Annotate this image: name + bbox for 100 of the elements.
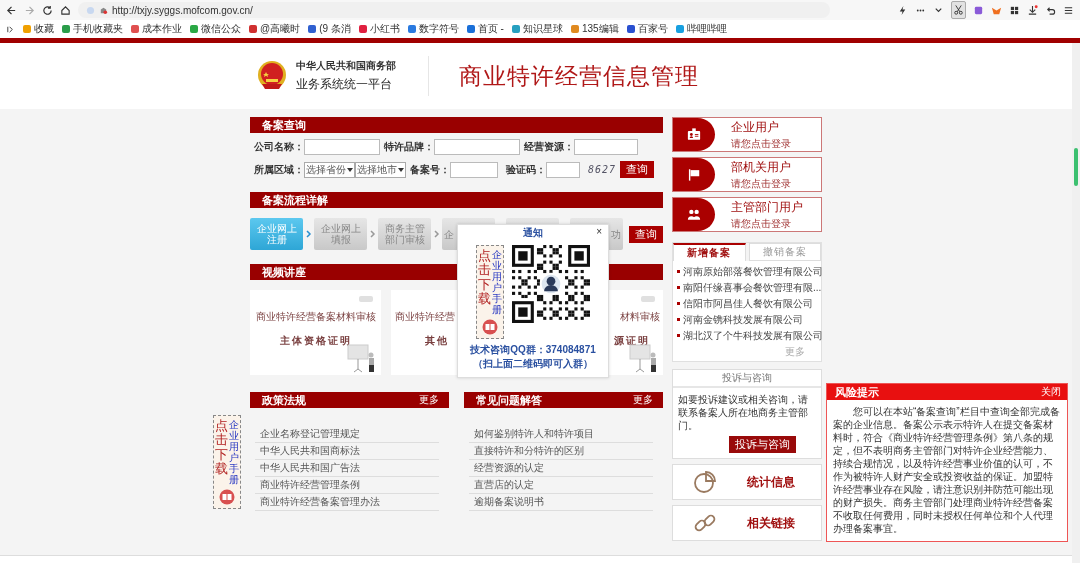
input-field[interactable]	[450, 161, 498, 178]
risk-text: 您可以在本站“备案查询”栏目中查询全部完成备案的企业信息。备案公示表示特许人在提交备案材料时，符合《商业特许经营管理条例》第八条的规定，但不表明商务主管部门对特许企业经营能力、持续合规情况，以及特许经营事业价值的认可，不作为被特许人财产安全或投资收益的保证。加盟特许经营事业存在风险，请注意识别并防范可能出现的财产损失。商务主管部门处理商业特许经营备案不收取任何费用，同时未授权任何单位和个人代理办理备案事宜。	[832, 405, 1061, 536]
caret-icon	[398, 167, 404, 172]
record-link[interactable]: 河南金镌科技发展有限公司	[676, 312, 819, 328]
login-hint: 请您点击登录	[731, 136, 791, 151]
address-bar[interactable]: http://txjy.syggs.mofcom.gov.cn/	[78, 2, 830, 18]
bookmark[interactable]: 哔哩哔哩	[675, 22, 727, 36]
more-link[interactable]: 更多	[419, 393, 439, 407]
scrollbar[interactable]	[1072, 43, 1080, 563]
site-icon	[99, 5, 108, 15]
book-icon	[482, 319, 498, 335]
list-link[interactable]: 企业名称登记管理规定	[255, 426, 439, 443]
logo-icon	[359, 296, 373, 302]
field-label: 所属区域：	[254, 162, 304, 177]
section-title: 常见问题解答	[476, 392, 542, 408]
complaint-text: 如要投诉建议或相关咨询，请联系备案人所在地商务主管部门。	[677, 393, 809, 432]
select-field[interactable]: 选择地市	[355, 161, 406, 178]
complaint-button[interactable]: 投诉与咨询	[728, 436, 796, 453]
list-link[interactable]: 商业特许经营管理条例	[255, 477, 439, 494]
login-card[interactable]: 主管部门用户 请您点击登录	[672, 197, 822, 232]
field-label: 公司名称：	[254, 140, 304, 154]
list-link[interactable]: 中华人民共和国广告法	[255, 460, 439, 477]
record-link[interactable]: 南阳仟缘喜事会餐饮管理有限...	[676, 280, 819, 296]
section-title: 备案流程详解	[262, 192, 328, 208]
platform-name: 业务系统统一平台	[296, 76, 393, 93]
bookmark[interactable]: 首页 -	[466, 22, 504, 36]
bookmark[interactable]: @高曦时	[249, 22, 301, 36]
login-card[interactable]: 部机关用户 请您点击登录	[672, 157, 822, 192]
select-field[interactable]: 选择省份	[304, 161, 355, 178]
scissors-icon[interactable]	[951, 1, 966, 19]
section-title: 政策法规	[262, 392, 306, 408]
query-button[interactable]: 查询	[629, 225, 663, 243]
video-title: 商业特许经营	[395, 310, 455, 324]
bookmark[interactable]: 135编辑	[570, 22, 619, 36]
panel-title: 投诉与咨询	[673, 370, 821, 388]
dialog-title: 通知	[523, 226, 543, 240]
input-field[interactable]	[304, 139, 380, 155]
people-icon	[687, 208, 701, 221]
section-title: 备案查询	[262, 117, 306, 133]
lightning-icon[interactable]	[897, 4, 908, 16]
link-card[interactable]: 相关链接	[672, 505, 822, 541]
list-link[interactable]: 中华人民共和国商标法	[255, 443, 439, 460]
extension-icon[interactable]	[973, 4, 984, 16]
emblem-icon	[256, 60, 288, 92]
login-hint: 请您点击登录	[731, 176, 791, 191]
record-link[interactable]: 信阳市阿昌佳人餐饮有限公司	[676, 296, 819, 312]
video-subtitle: 主体资格证明	[279, 334, 352, 348]
field-label: 特许品牌：	[384, 140, 434, 154]
captcha-image: 8627	[588, 164, 617, 175]
video-card[interactable]: 商业特许经营备案材料审核 主体资格证明	[250, 290, 381, 375]
video-subtitle: 其他	[424, 334, 449, 348]
tab[interactable]: 新增备案	[673, 243, 746, 261]
bookmark[interactable]: 小红书	[358, 22, 400, 36]
bookmark[interactable]: 收藏	[23, 22, 54, 36]
more-link[interactable]: 更多	[633, 393, 653, 407]
shield-icon	[86, 5, 95, 15]
bookmark[interactable]: 微信公众	[190, 22, 241, 36]
login-title: 企业用户	[731, 118, 780, 136]
login-hint: 请您点击登录	[731, 216, 792, 231]
sidebar-icon[interactable]	[6, 24, 15, 34]
video-title: 材料审核	[620, 310, 660, 324]
input-field[interactable]	[546, 161, 580, 178]
field-label: 验证码：	[506, 162, 546, 177]
reload-icon[interactable]	[42, 4, 53, 16]
download-icon[interactable]	[1027, 4, 1038, 16]
list-link[interactable]: 如何鉴别特许人和特许项目	[469, 426, 653, 443]
close-button[interactable]: ×	[596, 226, 602, 237]
logo-icon	[641, 296, 655, 302]
grid-icon[interactable]	[1009, 4, 1020, 16]
list-link[interactable]: 商业特许经营备案管理办法	[255, 494, 439, 511]
bookmark[interactable]: 数字符号	[407, 22, 459, 36]
caret-icon	[347, 167, 353, 172]
home-icon[interactable]	[60, 4, 71, 16]
input-field[interactable]	[434, 139, 520, 155]
field-label: 经营资源：	[524, 140, 574, 154]
bookmark[interactable]: 百家号	[626, 22, 668, 36]
back-icon[interactable]	[6, 4, 17, 16]
login-card[interactable]: 企业用户 请您点击登录	[672, 117, 822, 152]
bookmark[interactable]: 手机收藏夹	[62, 22, 123, 36]
field-label: 备案号：	[410, 162, 450, 177]
bookmark[interactable]: 成本作业	[131, 22, 182, 36]
chevron-icon	[433, 230, 440, 238]
video-title: 商业特许经营备案材料审核	[255, 310, 376, 324]
link-card[interactable]: 统计信息	[672, 464, 822, 500]
flag-icon	[687, 168, 701, 181]
site-title: 商业特许经营信息管理	[459, 61, 699, 91]
bookmark[interactable]: (9 条消	[308, 22, 351, 36]
login-title: 主管部门用户	[731, 198, 803, 216]
query-button[interactable]: 查询	[620, 161, 655, 178]
pie-chart-icon	[693, 470, 717, 494]
list-link[interactable]: 直营店的认定	[469, 477, 653, 494]
input-field[interactable]	[574, 139, 638, 155]
list-link[interactable]: 直接特许和分特许的区别	[469, 443, 653, 460]
menu-icon[interactable]	[1063, 4, 1074, 16]
bookmark[interactable]: 知识星球	[511, 22, 563, 36]
list-link[interactable]: 逾期备案说明书	[469, 494, 653, 511]
book-icon	[219, 489, 235, 505]
list-link[interactable]: 经营资源的认定	[469, 460, 653, 477]
close-link[interactable]: 关闭	[1041, 385, 1061, 399]
presenter-drawing	[629, 343, 659, 373]
